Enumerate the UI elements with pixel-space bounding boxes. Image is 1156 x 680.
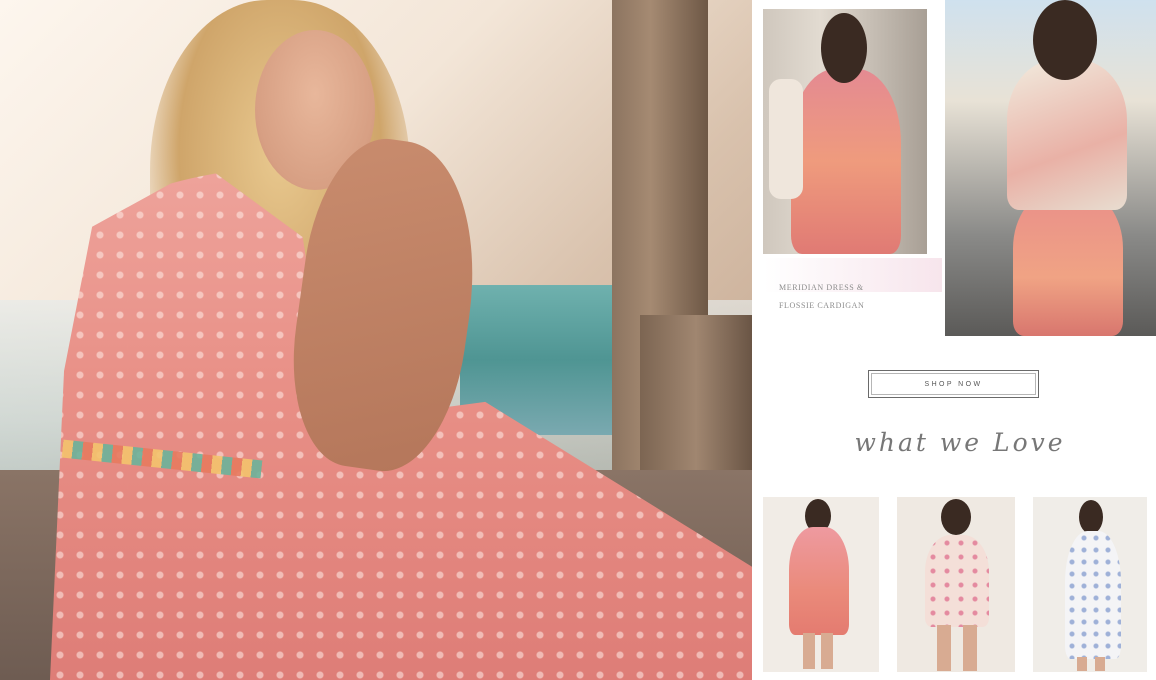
product-2-legs <box>937 625 977 671</box>
product-card-blue-floral-maxi-dress[interactable] <box>1033 497 1147 672</box>
what-we-love-heading: what we Love <box>854 428 1066 457</box>
product-2-head <box>941 499 971 535</box>
meridian-model-head <box>821 13 867 83</box>
flossie-model-head <box>1033 0 1097 80</box>
product-2-dress <box>925 535 989 627</box>
flossie-cardigan <box>1007 60 1127 210</box>
product-1-legs <box>803 633 833 669</box>
product-card-floral-mini-dress[interactable] <box>897 497 1015 672</box>
caption-line-2: FLOSSIE CARDIGAN <box>779 301 865 310</box>
product-1-dress <box>789 527 849 635</box>
shop-now-button[interactable]: SHOP NOW <box>868 370 1039 398</box>
hero-image[interactable] <box>0 0 752 680</box>
product-3-legs <box>1077 657 1105 671</box>
flossie-model-skirt <box>1013 190 1123 336</box>
editorial-caption[interactable]: MERIDIAN DRESS & FLOSSIE CARDIGAN <box>779 279 929 315</box>
meridian-model-dress <box>791 69 901 254</box>
product-card-pink-tiered-dress[interactable] <box>763 497 879 672</box>
meridian-cardigan <box>769 79 803 199</box>
hero-dock-stump <box>640 315 752 475</box>
flossie-cardigan-photo[interactable] <box>945 0 1156 336</box>
meridian-dress-photo[interactable] <box>763 9 927 254</box>
product-3-head <box>1079 500 1103 534</box>
caption-line-1: MERIDIAN DRESS & <box>779 283 864 292</box>
product-3-dress <box>1065 531 1121 659</box>
